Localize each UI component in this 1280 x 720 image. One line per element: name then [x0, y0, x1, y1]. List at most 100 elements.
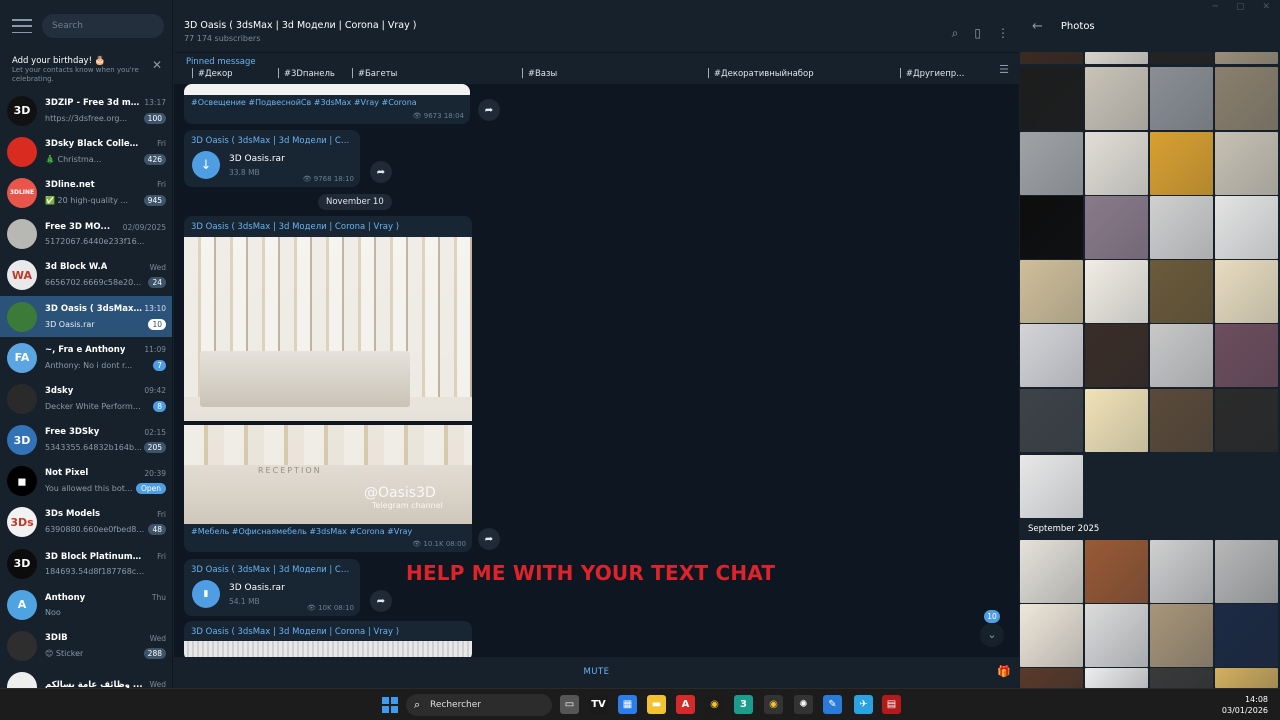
photo-tile[interactable] — [1085, 260, 1148, 323]
photo-tile[interactable] — [1150, 260, 1213, 323]
taskbar-search[interactable]: Rechercher — [406, 694, 552, 716]
message-bubble[interactable]: #Освещение #ПодвеснойСв #3dsMax #Vray #C… — [184, 84, 470, 124]
share-icon[interactable]: ➦ — [370, 161, 392, 183]
chat-list-item[interactable]: 3D Free 3DSky 02:15 5343355.64832b164ba... 2… — [0, 420, 172, 461]
photo-tile[interactable] — [1215, 389, 1278, 452]
photo-tile[interactable] — [1020, 52, 1083, 64]
task-view-icon[interactable]: ▭ — [560, 695, 579, 714]
pin-list-icon[interactable]: ☰ — [999, 63, 1009, 76]
photo-tile[interactable] — [1150, 324, 1213, 387]
chat-list-item[interactable]: 3Ds 3Ds Models Fri 6390880.660ee0fbed864...… — [0, 502, 172, 543]
chat-list-item[interactable]: Free 3D MO... 02/09/2025 5172067.6440e233f… — [0, 214, 172, 255]
chat-list-item[interactable]: A Anthony Thu Noo — [0, 584, 172, 625]
photo-thumbnail[interactable] — [184, 84, 470, 95]
pen-app-icon[interactable]: ✎ — [823, 695, 842, 714]
more-options-icon[interactable]: ⋮ — [997, 26, 1009, 41]
chat-header[interactable]: 3D Oasis ( 3dsMax | 3d Модели | Corona |… — [174, 0, 1019, 52]
chat-list-item[interactable]: ◼ Not Pixel 20:39 You allowed this bot... Op… — [0, 461, 172, 502]
chat-list-item[interactable]: FA ~, Fra e Anthony 11:09 Anthony: No i don… — [0, 337, 172, 378]
message-bubble[interactable]: 3D Oasis ( 3dsMax | 3d Модели | Corona |… — [184, 216, 472, 552]
file-explorer-icon[interactable]: ▬ — [647, 695, 666, 714]
photo-tile[interactable] — [1215, 260, 1278, 323]
openai-icon[interactable]: ✺ — [794, 695, 813, 714]
chat-list-item[interactable]: 3D Oasis ( 3dsMax ... 13:10 3D Oasis.rar 10 — [0, 295, 172, 338]
sidebar-toggle-icon[interactable]: ▯ — [974, 26, 981, 41]
photo-tile[interactable] — [1020, 668, 1083, 688]
chat-list-item[interactable]: 3D 3DZIP - Free 3d mo... 13:17 https://3dsf… — [0, 90, 172, 131]
photo-tile[interactable] — [1085, 389, 1148, 452]
photo-tile[interactable] — [1020, 455, 1083, 518]
chat-list-item[interactable]: 3DLINE 3Dline.net Fri ✅ 20 high-quality ...… — [0, 172, 172, 213]
photo-tile[interactable] — [1020, 540, 1083, 603]
photo-tile[interactable] — [1020, 324, 1083, 387]
windows-start-icon[interactable] — [382, 697, 398, 713]
minimize-icon[interactable]: ─ — [1213, 2, 1218, 12]
search-icon[interactable]: ⌕ — [952, 26, 959, 41]
file-icon[interactable] — [192, 580, 220, 608]
photo-tile[interactable] — [1215, 196, 1278, 259]
close-icon[interactable]: ✕ — [152, 58, 162, 72]
store-icon[interactable]: ▦ — [618, 695, 637, 714]
chat-list-item[interactable]: 3dsky 09:42 Decker White Performan... 8 — [0, 378, 172, 419]
photo-tile[interactable] — [1085, 324, 1148, 387]
share-icon[interactable]: ➦ — [478, 99, 500, 121]
share-icon[interactable]: ➦ — [478, 528, 500, 550]
photo-tile[interactable] — [1085, 196, 1148, 259]
scroll-down-icon[interactable]: ⌄ — [980, 623, 1004, 647]
photo-tile[interactable] — [1215, 324, 1278, 387]
mute-button[interactable]: MUTE — [174, 667, 1019, 677]
photo-tile[interactable] — [1085, 540, 1148, 603]
photo-tile[interactable] — [1215, 604, 1278, 667]
chrome-alt-icon[interactable]: ◉ — [764, 695, 783, 714]
close-window-icon[interactable]: ✕ — [1262, 2, 1270, 12]
winrar-icon[interactable]: ▤ — [882, 695, 901, 714]
pinned-message-bar[interactable]: Pinned message │ #Декор │ #3Dпанель │ #Б… — [174, 52, 1019, 84]
photo-tile[interactable] — [1150, 196, 1213, 259]
photo-tile[interactable] — [1150, 668, 1213, 688]
photo-tile[interactable] — [1085, 668, 1148, 688]
photo-tile[interactable] — [1020, 67, 1083, 130]
photo-tile[interactable] — [1150, 132, 1213, 195]
photo-tile[interactable] — [1020, 604, 1083, 667]
photo-tile[interactable] — [1085, 604, 1148, 667]
chat-list-item[interactable]: 3D 3D Block Platinum 💎 Fri 184693.54d8f1877… — [0, 543, 172, 584]
3dsmax-icon[interactable]: 3 — [734, 695, 753, 714]
menu-icon[interactable] — [12, 19, 32, 33]
reception-desk-photo[interactable]: RECEPTION @Oasis3D Telegram channel — [184, 237, 472, 524]
photo-tile[interactable] — [1150, 604, 1213, 667]
message-bubble[interactable]: 3D Oasis ( 3dsMax | 3d Модели | Cor... 3… — [184, 559, 360, 616]
photo-tile[interactable] — [1020, 132, 1083, 195]
message-bubble[interactable]: 3D Oasis ( 3dsMax | 3d Модели | Cor... 3… — [184, 130, 360, 187]
photo-tile[interactable] — [1215, 67, 1278, 130]
photo-tile[interactable] — [1150, 67, 1213, 130]
taskbar-clock[interactable]: 14:08 03/01/2026 — [1222, 694, 1268, 716]
photo-tile[interactable] — [1085, 132, 1148, 195]
photo-tile[interactable] — [1215, 668, 1278, 688]
message-bubble[interactable]: 3D Oasis ( 3dsMax | 3d Модели | Corona |… — [184, 621, 472, 661]
chat-list-item[interactable]: WA 3d Block W.A Wed 6656702.6669c58e20cd0..… — [0, 255, 172, 296]
photo-tile[interactable] — [1020, 196, 1083, 259]
photo-tile[interactable] — [1215, 540, 1278, 603]
share-icon[interactable]: ➦ — [370, 590, 392, 612]
acrobat-icon[interactable]: A — [676, 695, 695, 714]
photo-tile[interactable] — [1085, 52, 1148, 64]
photo-tile[interactable] — [1150, 52, 1213, 64]
download-icon[interactable] — [192, 151, 220, 179]
photo-tile[interactable] — [1150, 540, 1213, 603]
tradingview-icon[interactable]: TV — [589, 695, 608, 714]
chat-list-item[interactable]: 3DIB Wed 😊 Sticker 288 — [0, 625, 172, 666]
telegram-icon[interactable]: ✈ — [854, 695, 873, 714]
photo-tile[interactable] — [1020, 389, 1083, 452]
chrome-icon[interactable]: ◉ — [705, 695, 724, 714]
photo-tile[interactable] — [1020, 260, 1083, 323]
photo-tile[interactable] — [1150, 389, 1213, 452]
maximize-icon[interactable]: ▢ — [1236, 2, 1245, 12]
photo-tile[interactable] — [1215, 52, 1278, 64]
birthday-banner[interactable]: Add your birthday! 🎂 Let your contacts k… — [0, 52, 172, 90]
photo-tile[interactable] — [1215, 132, 1278, 195]
search-input[interactable]: Search — [42, 14, 164, 38]
chat-list-item[interactable]: وظائف عامة بسالكم ... Wed — [0, 667, 172, 688]
gift-icon[interactable]: 🎁 — [997, 665, 1011, 678]
chat-list-item[interactable]: 3Dsky Black Collectio... Fri 🎄 Christma...… — [0, 131, 172, 172]
photo-tile[interactable] — [1085, 67, 1148, 130]
